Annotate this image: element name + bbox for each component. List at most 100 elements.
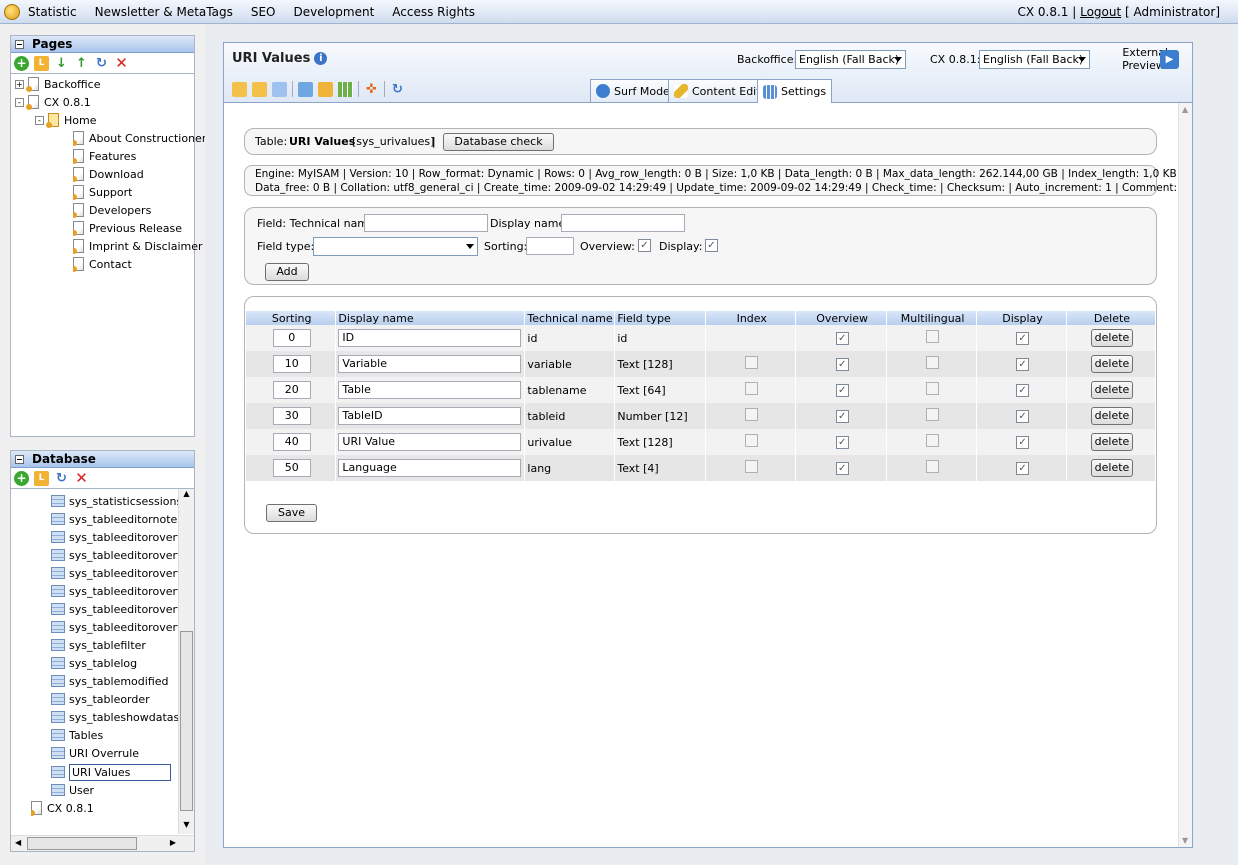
overview-checkbox[interactable]: ✓ [835,358,849,371]
sorting-input[interactable]: 0 [272,329,311,347]
refresh-icon[interactable]: ↻ [54,471,69,486]
multilingual-checkbox[interactable] [926,382,940,395]
db-item[interactable]: sys_tableeditorovervie [51,528,179,546]
tree-item-imprint[interactable]: Imprint & Disclaimer [73,237,203,255]
backoffice-language-select[interactable]: English (Fall Back) [795,50,906,69]
multilingual-checkbox[interactable] [926,330,940,343]
page-search-icon[interactable] [272,81,287,97]
overview-checkbox[interactable]: ✓ [835,462,849,475]
info-icon[interactable]: i [314,52,328,65]
display-name-input[interactable] [561,214,685,232]
tree-item-cx[interactable]: - CX 0.8.1 [15,93,91,111]
menu-development[interactable]: Development [293,5,374,19]
display-name-input[interactable]: TableID [338,407,522,425]
db-item[interactable]: Tables [51,726,103,744]
db-item[interactable]: sys_tableeditoroverview [51,600,179,618]
db-item[interactable]: sys_tableeditoroverview [51,564,179,582]
scroll-down-icon[interactable]: ▼ [1182,836,1188,845]
delete-button[interactable]: delete [1091,433,1133,451]
field-type-select[interactable] [313,237,478,256]
collapse-icon[interactable] [15,39,24,49]
sorting-input[interactable]: 50 [272,459,311,477]
db-item[interactable]: sys_tableshowdatasets [51,708,179,726]
scroll-thumb[interactable] [180,631,193,811]
move-down-icon[interactable]: ↓ [54,56,69,71]
multilingual-checkbox[interactable] [926,434,940,447]
database-check-button[interactable]: Database check [443,133,554,151]
db-item[interactable]: sys_statisticsessions [51,492,182,510]
collapse-icon[interactable]: - [35,115,44,125]
delete-icon[interactable]: ✕ [74,470,89,486]
main-vertical-scrollbar[interactable]: ▲ ▼ [1178,103,1192,847]
home-page-icon[interactable] [232,81,247,97]
technical-name-input[interactable] [364,214,488,232]
logout-link[interactable]: Logout [1080,5,1121,19]
display-checkbox[interactable]: ✓ [705,239,718,252]
tree-item-features[interactable]: Features [73,147,136,165]
external-preview-icon[interactable]: ▶ [1160,50,1179,69]
db-root[interactable]: CX 0.8.1 [31,799,94,817]
expand-icon[interactable]: + [15,79,24,89]
refresh-icon[interactable]: ↻ [94,56,109,71]
compass-icon[interactable]: ✜ [364,82,379,97]
save-button[interactable]: Save [266,504,317,522]
menu-statistic[interactable]: Statistic [28,5,77,19]
tree-item-previous-release[interactable]: Previous Release [73,219,182,237]
db-item[interactable]: sys_tableorder [51,690,150,708]
sorting-input[interactable]: 30 [272,407,311,425]
db-item[interactable]: sys_tableeditoroverview [51,618,179,636]
index-checkbox[interactable] [745,356,759,369]
delete-button[interactable]: delete [1091,407,1133,425]
pages-icon[interactable] [252,81,267,97]
scroll-right-icon[interactable]: ▶ [170,838,176,847]
add-button[interactable]: Add [265,263,309,281]
db-item[interactable]: sys_tableeditoroverview [51,546,179,564]
overview-checkbox[interactable]: ✓ [835,332,849,345]
display-checkbox[interactable]: ✓ [1016,410,1030,423]
index-checkbox[interactable] [745,460,759,473]
display-name-input[interactable]: Table [338,381,522,399]
index-checkbox[interactable] [745,434,759,447]
add-icon[interactable]: + [14,55,29,71]
tree-item-download[interactable]: Download [73,165,144,183]
index-checkbox[interactable] [745,382,759,395]
display-name-input[interactable]: Language [338,459,522,477]
scroll-up-icon[interactable]: ▲ [179,489,194,503]
tree-item-support[interactable]: Support [73,183,132,201]
menu-seo[interactable]: SEO [251,5,276,19]
tab-content-edit[interactable]: Content Edit [668,79,767,102]
display-checkbox[interactable]: ✓ [1016,358,1030,371]
db-item[interactable]: sys_tablelog [51,654,137,672]
sorting-input[interactable]: 10 [272,355,311,373]
cx-language-select[interactable]: English (Fall Back) [979,50,1090,69]
tree-item-about[interactable]: About Constructioner [73,129,206,147]
scroll-down-icon[interactable]: ▼ [179,820,194,834]
tab-settings[interactable]: Settings [757,79,833,103]
tab-surf-mode[interactable]: Surf Mode [590,79,676,102]
display-checkbox[interactable]: ✓ [1016,462,1030,475]
edit-icon[interactable]: L [34,470,49,486]
multilingual-checkbox[interactable] [926,356,940,369]
index-checkbox[interactable] [745,408,759,421]
db-item[interactable]: sys_tablefilter [51,636,146,654]
table-grid-icon[interactable] [338,81,353,97]
sorting-input[interactable]: 40 [272,433,311,451]
display-checkbox[interactable]: ✓ [1016,384,1030,397]
tree-item-home[interactable]: - Home [35,111,96,129]
display-name-input[interactable]: URI Value [338,433,522,451]
sorting-input[interactable]: 20 [272,381,311,399]
menu-access-rights[interactable]: Access Rights [392,5,475,19]
db-item-selected[interactable]: URI Values [51,763,172,781]
delete-button[interactable]: delete [1091,329,1133,347]
db-item[interactable]: sys_tableeditoroverview [51,582,179,600]
sitemap-icon[interactable] [298,81,313,97]
overview-checkbox[interactable]: ✓ [835,436,849,449]
db-item[interactable]: URI Overrule [51,744,139,762]
db-vertical-scrollbar[interactable]: ▲ ▼ [178,489,194,834]
scroll-up-icon[interactable]: ▲ [1182,105,1188,114]
delete-button[interactable]: delete [1091,459,1133,477]
display-checkbox[interactable]: ✓ [1016,436,1030,449]
tree-item-developers[interactable]: Developers [73,201,151,219]
tree-item-backoffice[interactable]: + Backoffice [15,75,101,93]
overview-checkbox[interactable]: ✓ [638,239,651,252]
